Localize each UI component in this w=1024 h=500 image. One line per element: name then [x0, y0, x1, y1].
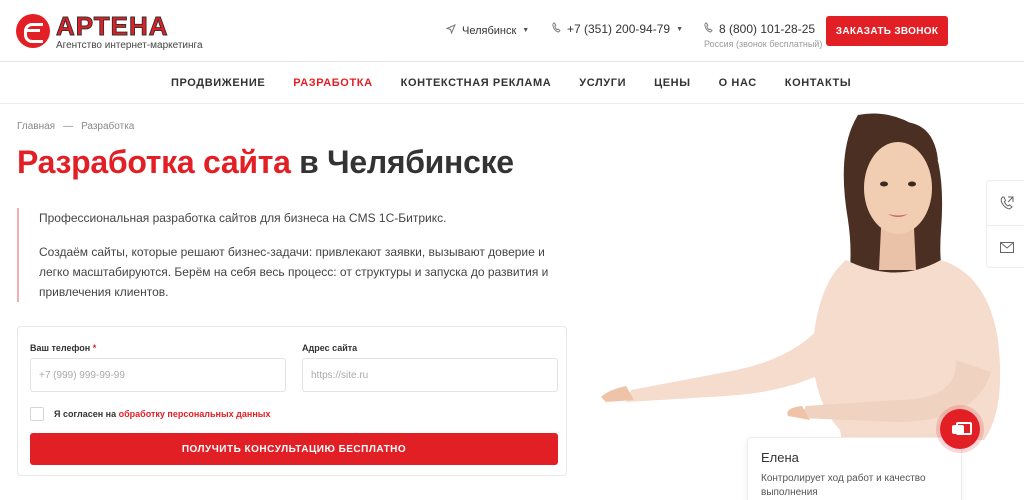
chevron-down-icon: ▼ — [522, 27, 530, 34]
site-input[interactable] — [302, 358, 558, 392]
phone-main[interactable]: +7 (351) 200-94-79 ▼ — [552, 22, 683, 36]
city-label: Челябинск — [462, 24, 517, 37]
manager-role: Контролирует ход работ и качество выполн… — [761, 473, 926, 498]
nav-item-development[interactable]: РАЗРАБОТКА — [293, 77, 372, 89]
phone-field-label: Ваш телефон * — [30, 343, 96, 353]
breadcrumb-current: Разработка — [81, 121, 135, 132]
submit-button[interactable]: ПОЛУЧИТЬ КОНСУЛЬТАЦИЮ БЕСПЛАТНО — [30, 433, 558, 465]
nav-item-context-ads[interactable]: КОНТЕКСТНАЯ РЕКЛАМА — [401, 77, 552, 89]
mail-icon[interactable] — [987, 225, 1024, 269]
main-nav: ПРОДВИЖЕНИЕ РАЗРАБОТКА КОНТЕКСТНАЯ РЕКЛА… — [0, 62, 1024, 104]
phone-icon — [552, 22, 561, 36]
site-field-label: Адрес сайта — [302, 343, 358, 353]
logo-tagline: Агентство интернет-маркетинга — [56, 40, 203, 51]
nav-item-contacts[interactable]: КОНТАКТЫ — [785, 77, 851, 89]
header: АРТЕНА Агентство интернет-маркетинга Чел… — [0, 0, 1024, 62]
city-selector[interactable]: Челябинск ▼ — [445, 24, 530, 37]
phone-free[interactable]: 8 (800) 101-28-25 Россия (звонок бесплат… — [704, 22, 822, 49]
nav-item-prices[interactable]: ЦЕНЫ — [654, 77, 691, 89]
callback-button[interactable]: ЗАКАЗАТЬ ЗВОНОК — [826, 16, 948, 46]
phone-input[interactable] — [30, 358, 286, 392]
manager-card: Елена Контролирует ход работ и качество … — [747, 437, 962, 500]
consent-checkbox-row: Я согласен на обработку персональных дан… — [30, 407, 270, 421]
breadcrumb-separator: — — [63, 121, 74, 132]
location-arrow-icon — [445, 24, 456, 37]
breadcrumb: Главная — Разработка — [17, 121, 134, 132]
phone-free-note: Россия (звонок бесплатный) — [704, 39, 823, 49]
callback-icon[interactable] — [987, 181, 1024, 225]
chat-icon — [952, 422, 972, 436]
nav-item-services[interactable]: УСЛУГИ — [579, 77, 626, 89]
side-toolbar — [986, 180, 1024, 268]
intro-paragraph-2: Создаём сайты, которые решают бизнес-зад… — [39, 245, 549, 299]
consent-prefix: Я согласен на — [54, 409, 119, 419]
nav-item-about[interactable]: О НАС — [719, 77, 757, 89]
manager-name: Елена — [761, 450, 799, 465]
privacy-link[interactable]: обработку персональных данных — [119, 409, 271, 419]
chevron-down-icon[interactable]: ▼ — [676, 26, 683, 33]
page-title-accent: Разработка сайта — [17, 144, 291, 180]
nav-item-promotion[interactable]: ПРОДВИЖЕНИЕ — [171, 77, 265, 89]
phone-icon — [704, 22, 713, 36]
logo-mark-icon — [16, 14, 50, 48]
consent-text: Я согласен на обработку персональных дан… — [54, 409, 270, 419]
page-title-rest: в Челябинске — [290, 144, 514, 180]
consent-checkbox[interactable] — [30, 407, 44, 421]
logo-text: АРТЕНА — [56, 11, 169, 41]
logo[interactable]: АРТЕНА Агентство интернет-маркетинга — [16, 11, 203, 52]
breadcrumb-home[interactable]: Главная — [17, 121, 55, 132]
consultation-form: Ваш телефон * Адрес сайта Я согласен на … — [17, 326, 567, 476]
chat-button[interactable] — [940, 409, 980, 449]
phone-free-number: 8 (800) 101-28-25 — [719, 22, 816, 36]
intro-text: Профессиональная разработка сайтов для б… — [17, 208, 557, 302]
intro-paragraph-1: Профессиональная разработка сайтов для б… — [39, 211, 447, 225]
required-mark: * — [92, 343, 97, 353]
phone-main-number: +7 (351) 200-94-79 — [567, 22, 671, 36]
page-title: Разработка сайта в Челябинске — [17, 144, 514, 181]
phone-field-label-text: Ваш телефон — [30, 343, 91, 353]
